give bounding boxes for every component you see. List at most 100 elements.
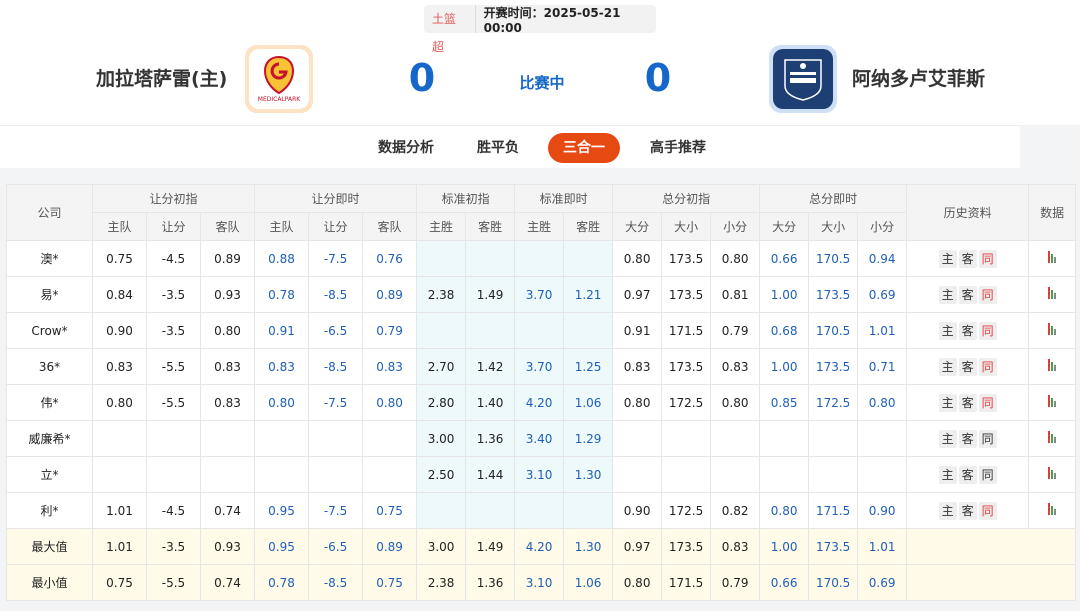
history-home-button[interactable]: 主 [938,357,957,376]
history-cell: 主客同 [906,384,1030,421]
hi-cell: 0.93 [199,528,256,565]
company-cell[interactable]: 易* [6,276,93,313]
header-handicap-live: 让分即时 [254,184,418,213]
history-away-button[interactable]: 客 [958,285,977,304]
hi-cell [92,456,147,493]
history-same-button[interactable]: 同 [978,465,997,484]
history-home-button[interactable]: 主 [938,249,957,268]
subheader-away: 客队 [362,212,418,241]
tab-expert-picks[interactable]: 高手推荐 [642,133,714,163]
history-same-button[interactable]: 同 [978,501,997,520]
history-away-button[interactable]: 客 [958,249,977,268]
home-team-name[interactable]: 加拉塔萨雷(主) [96,64,227,91]
history-home-button[interactable]: 主 [938,429,957,448]
si-cell: 1.40 [465,384,516,421]
table-row: 威廉希* 3.00 1.36 3.40 1.29 主客同 [6,420,1077,457]
hi-cell [92,420,147,457]
sl-cell: 1.29 [563,420,614,457]
tl-cell [808,456,859,493]
hl-cell: 0.80 [362,384,418,421]
hi-cell: 0.84 [92,276,147,313]
ti-cell: 0.90 [612,492,663,529]
table-row: 36* 0.83 -5.5 0.83 0.83 -8.5 0.83 2.70 1.42 3.70 1… [6,348,1077,385]
history-same-button[interactable]: 同 [978,321,997,340]
history-away-button[interactable]: 客 [958,357,977,376]
odds-table-container: 公司 让分初指 让分即时 标准初指 标准即时 总分初指 总分即时 历史资料 数据… [6,184,1077,601]
ti-cell: 0.97 [612,528,663,565]
away-team-name[interactable]: 阿纳多卢艾菲斯 [852,64,985,91]
company-cell[interactable]: Crow* [6,312,93,349]
bar-chart-icon[interactable] [1048,503,1057,515]
tl-cell: 171.5 [808,492,859,529]
tab-win-draw-lose[interactable]: 胜平负 [470,133,526,163]
history-away-button[interactable]: 客 [958,429,977,448]
history-away-button[interactable]: 客 [958,393,977,412]
history-same-button[interactable]: 同 [978,285,997,304]
company-cell[interactable]: 利* [6,492,93,529]
hi-cell: -4.5 [146,492,201,529]
hl-cell: -8.5 [308,276,364,313]
history-home-button[interactable]: 主 [938,285,957,304]
history-same-button[interactable]: 同 [978,429,997,448]
sl-cell: 1.30 [563,456,614,493]
odds-table: 公司 让分初指 让分即时 标准初指 标准即时 总分初指 总分即时 历史资料 数据… [6,184,1077,601]
kickoff-time: 开赛时间：2025-05-21 00:00 [483,5,621,35]
tl-cell: 172.5 [808,384,859,421]
sl-cell [563,240,614,277]
hl-cell: -8.5 [308,348,364,385]
si-cell: 1.36 [465,420,516,457]
hl-cell [308,456,364,493]
company-cell[interactable]: 澳* [6,240,93,277]
ti-cell: 172.5 [661,492,712,529]
bar-chart-icon[interactable] [1048,323,1057,335]
summary-empty-cell [906,564,1077,601]
header-history: 历史资料 [906,184,1030,241]
history-cell: 主客同 [906,312,1030,349]
si-cell [465,312,516,349]
ti-cell: 173.5 [661,276,712,313]
company-cell[interactable]: 36* [6,348,93,385]
history-away-button[interactable]: 客 [958,465,977,484]
history-same-button[interactable]: 同 [978,393,997,412]
data-cell [1028,492,1077,529]
hi-cell: 0.80 [199,312,256,349]
ti-cell: 0.80 [612,564,663,601]
history-same-button[interactable]: 同 [978,249,997,268]
bar-chart-icon[interactable] [1048,467,1057,479]
bar-chart-icon[interactable] [1048,287,1057,299]
table-row: 利* 1.01 -4.5 0.74 0.95 -7.5 0.75 0.90 172.5 0.82 0… [6,492,1077,529]
home-team-logo[interactable]: MEDICALPARK [245,45,313,113]
bar-chart-icon[interactable] [1048,251,1057,263]
away-score: 0 [644,56,672,100]
league-tag[interactable]: 土篮超 [424,5,476,54]
history-same-button[interactable]: 同 [978,357,997,376]
data-cell [1028,312,1077,349]
hi-cell: 0.89 [199,240,256,277]
ti-cell: 0.80 [612,384,663,421]
hl-cell: 0.91 [254,312,310,349]
hi-cell: 0.75 [92,240,147,277]
ti-cell: 0.91 [612,312,663,349]
history-home-button[interactable]: 主 [938,465,957,484]
company-cell[interactable]: 立* [6,456,93,493]
bar-chart-icon[interactable] [1048,431,1057,443]
history-away-button[interactable]: 客 [958,501,977,520]
company-cell[interactable]: 伟* [6,384,93,421]
header-total-live: 总分即时 [759,184,908,213]
tab-data-analysis[interactable]: 数据分析 [370,133,442,163]
hi-cell: 0.80 [92,384,147,421]
bar-chart-icon[interactable] [1048,395,1057,407]
away-team-logo[interactable] [769,45,837,113]
si-cell: 3.00 [416,420,467,457]
history-home-button[interactable]: 主 [938,393,957,412]
tl-cell: 0.90 [857,492,908,529]
match-status: 比赛中 [519,74,565,92]
history-away-button[interactable]: 客 [958,321,977,340]
history-home-button[interactable]: 主 [938,321,957,340]
bar-chart-icon[interactable] [1048,359,1057,371]
history-home-button[interactable]: 主 [938,501,957,520]
company-cell[interactable]: 威廉希* [6,420,93,457]
sl-cell: 3.70 [514,276,565,313]
subheader-over: 大分 [612,212,663,241]
tab-three-in-one[interactable]: 三合一 [548,133,620,163]
